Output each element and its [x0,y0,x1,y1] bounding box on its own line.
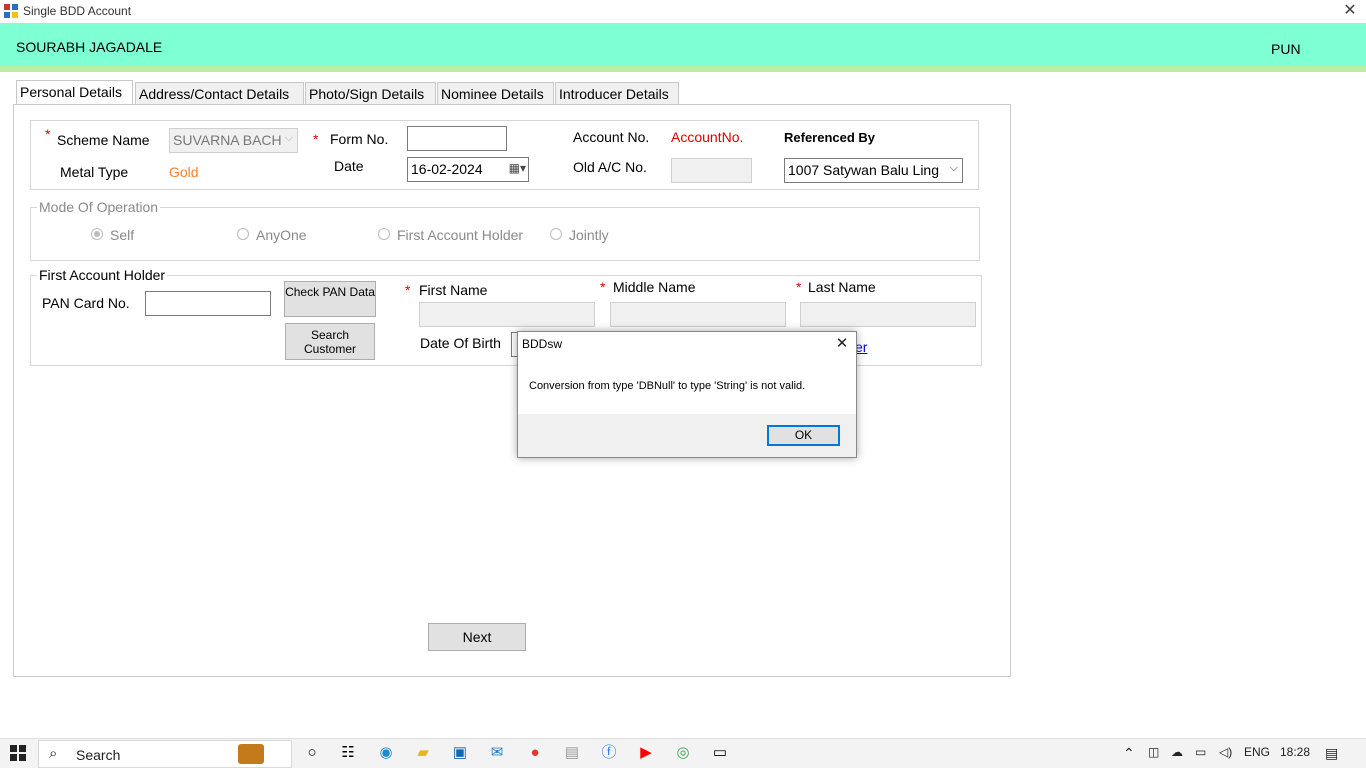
required-marker: * [45,126,51,142]
printer-icon[interactable]: ▤ [563,744,581,762]
taskbar-search[interactable]: ⌕ Search [38,740,292,768]
scheme-name-select[interactable]: SUVARNA BACH ⌵ [169,128,298,153]
dialog-title: BDDsw [522,337,563,351]
youtube-icon[interactable]: ▶ [637,744,655,762]
file-explorer-icon[interactable]: ▰ [414,744,432,762]
first-account-holder-legend: First Account Holder [37,267,168,283]
widgets-icon[interactable]: ☷ [339,744,357,762]
network-icon[interactable]: ▭ [1195,745,1206,759]
chevron-down-icon: ⌵ [949,162,958,174]
volume-icon[interactable]: ◁) [1219,745,1232,759]
form-no-input[interactable] [407,126,507,151]
old-ac-no-input[interactable] [671,158,752,183]
search-placeholder: Search [76,747,121,763]
app-grid-icon [4,4,18,18]
middle-name-input[interactable] [610,302,786,327]
pan-card-input[interactable] [145,291,271,316]
last-name-input[interactable] [800,302,976,327]
form-no-label: Form No. [330,131,389,147]
window-app-icon[interactable]: ▭ [711,744,729,762]
date-of-birth-label: Date Of Birth [420,335,501,351]
close-icon[interactable]: ✕ [1338,0,1362,22]
facebook-icon[interactable]: ⓕ [600,744,618,762]
wps-icon[interactable]: ● [526,744,544,762]
radio-self-label: Self [110,227,135,243]
chevron-up-icon[interactable]: ⌃ [1123,745,1135,762]
mail-icon[interactable]: ✉ [488,744,506,762]
referenced-by-select[interactable]: 1007 Satywan Balu Ling ⌵ [784,158,963,183]
briefcase-icon [238,744,264,764]
required-marker: * [405,282,411,298]
account-no-label: Account No. [573,129,650,145]
search-icon: ⌕ [49,745,58,762]
windows-start-icon[interactable] [10,745,26,761]
radio-first-account-holder[interactable] [378,228,390,240]
date-value: 16-02-2024 [411,161,483,177]
tab-nominee-details[interactable]: Nominee Details [437,82,554,104]
scheme-name-label: Scheme Name [57,132,150,148]
dialog-message: Conversion from type 'DBNull' to type 'S… [529,380,806,392]
chrome-icon[interactable]: ◎ [674,744,692,762]
branch-code: PUN [1271,41,1301,57]
metal-type-value: Gold [169,164,199,180]
calendar-icon[interactable]: ▦▾ [509,161,526,175]
window-titlebar [0,0,1366,23]
onedrive-icon[interactable]: ☁ [1171,745,1183,759]
referenced-by-label: Referenced By [784,130,876,145]
scheme-name-value: SUVARNA BACH [173,132,282,148]
notifications-icon[interactable]: ▤ [1325,745,1338,762]
user-name: SOURABH JAGADALE [16,39,163,55]
metal-type-label: Metal Type [60,164,129,180]
required-marker: * [796,279,802,295]
radio-anyone[interactable] [237,228,249,240]
meet-icon[interactable]: ◫ [1148,745,1159,759]
edge-icon[interactable]: ◉ [377,744,395,762]
tab-photo-sign-details[interactable]: Photo/Sign Details [305,82,436,104]
user-header [0,23,1366,66]
referenced-by-value: 1007 Satywan Balu Ling [788,162,939,178]
ok-button[interactable]: OK [767,425,840,446]
task-view-icon[interactable]: ○ [303,744,321,762]
required-marker: * [600,279,606,295]
tab-introducer-details[interactable]: Introducer Details [555,82,679,104]
close-icon[interactable]: ✕ [832,334,852,354]
radio-jointly-label: Jointly [569,227,609,243]
old-ac-no-label: Old A/C No. [573,159,647,175]
search-customer-button[interactable]: Search Customer [285,323,375,360]
language-indicator[interactable]: ENG [1244,745,1270,759]
account-no-value: AccountNo. [671,129,744,145]
first-name-input[interactable] [419,302,595,327]
tab-address-contact-details[interactable]: Address/Contact Details [135,82,304,104]
required-marker: * [313,131,319,147]
pan-card-label: PAN Card No. [42,295,130,311]
radio-jointly[interactable] [550,228,562,240]
clock[interactable]: 18:28 [1280,745,1310,759]
first-name-label: First Name [419,282,488,298]
tab-personal-details[interactable]: Personal Details [16,80,133,105]
store-icon[interactable]: ▣ [451,744,469,762]
date-picker[interactable]: 16-02-2024 ▦▾ [407,157,529,182]
chevron-down-icon: ⌵ [284,132,293,144]
date-label: Date [334,158,364,174]
mode-of-operation-legend: Mode Of Operation [37,199,161,215]
radio-anyone-label: AnyOne [256,227,307,243]
radio-self[interactable] [91,228,103,240]
error-dialog: BDDsw ✕ Conversion from type 'DBNull' to… [517,331,857,458]
last-name-label: Last Name [808,279,876,295]
middle-name-label: Middle Name [613,279,696,295]
header-stripe [0,66,1366,72]
window-title: Single BDD Account [23,4,132,18]
next-button[interactable]: Next [428,623,526,651]
check-pan-data-button[interactable]: Check PAN Data [284,281,376,317]
radio-first-account-holder-label: First Account Holder [397,227,524,243]
